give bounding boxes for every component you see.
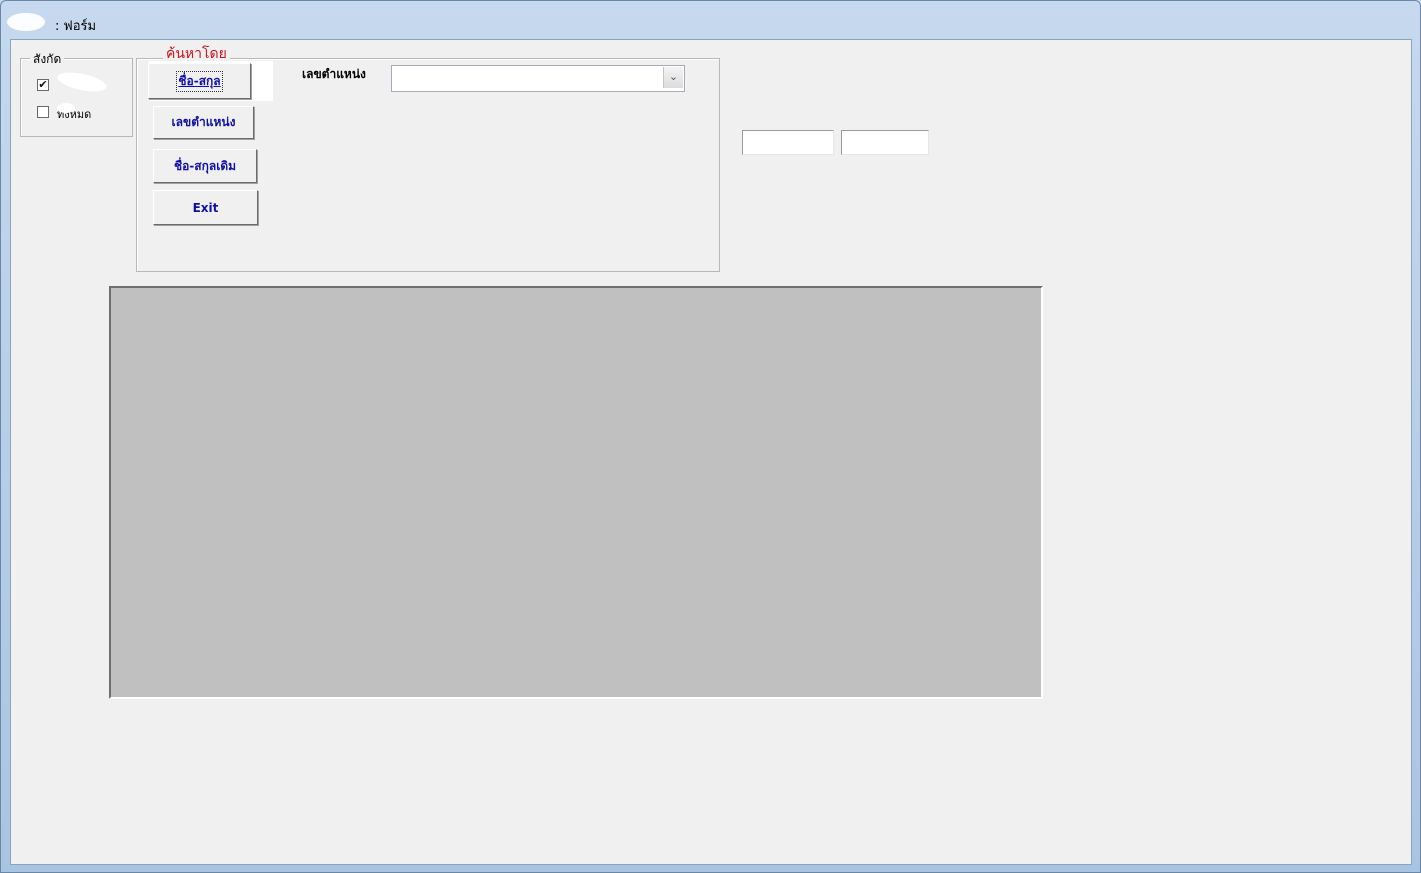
search-by-position-number-button[interactable]: เลขตำแหน่ง (153, 106, 254, 139)
textbox-2[interactable] (841, 130, 929, 155)
window-title: : ฟอร์ม (55, 19, 97, 34)
search-by-former-name-button[interactable]: ชื่อ-สกุลเดิม (153, 149, 257, 183)
checkbox-unchecked-icon[interactable] (37, 106, 49, 118)
checkbox-checked-icon[interactable]: ✔ (37, 79, 49, 91)
redaction-mark (57, 103, 75, 113)
position-number-combobox[interactable]: ⌄ (391, 65, 685, 92)
app-icon (7, 13, 45, 31)
redaction-mark (55, 68, 109, 96)
search-by-name-label: ชื่อ-สกุล (176, 70, 223, 92)
search-by-name-button[interactable]: ชื่อ-สกุล (148, 63, 251, 99)
position-number-label: เลขตำแหน่ง (302, 67, 366, 81)
search-by-position-number-label: เลขตำแหน่ง (171, 115, 236, 129)
form-client-area: สังกัด ✔ ทั้งหมด ค้นหาโดย ชื่อ-สกุล เลขต… (10, 39, 1412, 865)
title-bar[interactable]: : ฟอร์ม (1, 1, 1420, 39)
textbox-1[interactable] (742, 130, 834, 155)
affiliation-checkbox-all[interactable]: ทั้งหมด (37, 103, 117, 121)
main-window: : ฟอร์ม สังกัด ✔ ทั้งหมด ค้นหาโดย ชื่อ-ส… (0, 0, 1421, 873)
affiliation-group: สังกัด ✔ ทั้งหมด (20, 50, 133, 137)
search-by-group: ค้นหาโดย ชื่อ-สกุล เลขตำแหน่ง ชื่อ-สกุลเ… (136, 43, 720, 272)
chevron-down-icon[interactable]: ⌄ (663, 67, 683, 88)
affiliation-checkbox-own[interactable]: ✔ (37, 68, 117, 96)
exit-button[interactable]: Exit (153, 190, 258, 225)
exit-label: Exit (192, 200, 219, 215)
affiliation-legend: สังกัด (30, 50, 65, 69)
data-grid[interactable] (109, 286, 1043, 699)
search-by-former-name-label: ชื่อ-สกุลเดิม (173, 158, 237, 173)
